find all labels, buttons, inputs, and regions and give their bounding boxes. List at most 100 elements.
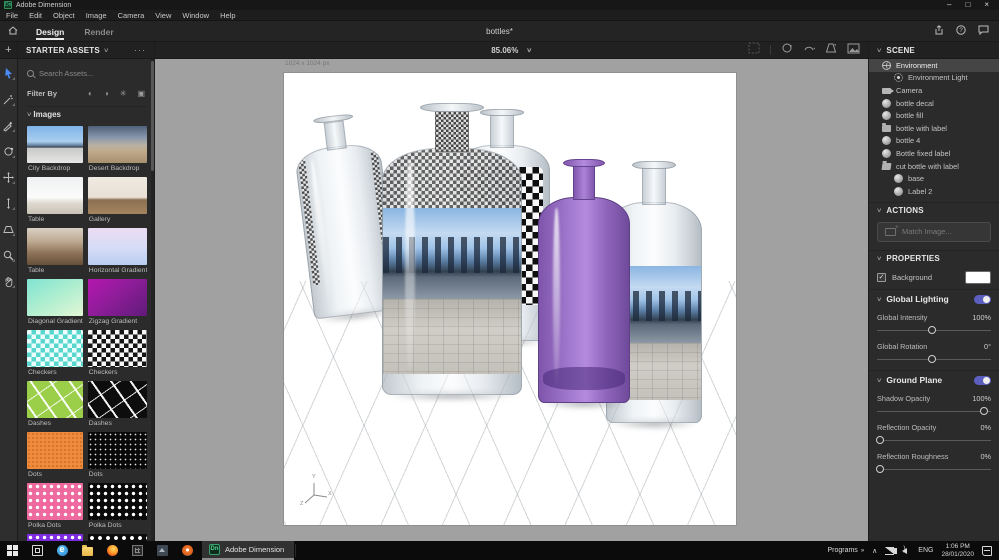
slider-knob[interactable]: [876, 464, 885, 473]
asset-thumbnail[interactable]: [87, 381, 148, 418]
slider-knob[interactable]: [980, 406, 989, 415]
scene-tree-item[interactable]: Environment: [869, 59, 999, 72]
taskbar-app-icon[interactable]: [175, 541, 200, 560]
taskbar-app-icon[interactable]: [75, 541, 100, 560]
taskbar-app-icon[interactable]: [125, 541, 150, 560]
background-checkbox[interactable]: ✓: [877, 273, 886, 283]
background-color-swatch[interactable]: [965, 271, 991, 285]
orbit-tool[interactable]: [2, 145, 15, 158]
asset-thumbnail[interactable]: [27, 279, 83, 316]
asset-item[interactable]: Zigzag Gradient: [87, 279, 148, 326]
asset-item[interactable]: Polka Dots: [27, 483, 83, 530]
feedback-icon[interactable]: [978, 22, 989, 40]
ground-plane-toggle[interactable]: [974, 375, 991, 385]
viewport[interactable]: 1024 x 1024 px Y X Z: [155, 59, 868, 541]
clock[interactable]: 1:06 PM 28/01/2020: [941, 543, 974, 559]
asset-item[interactable]: Polka Dots: [87, 483, 148, 530]
hidden-icons-button[interactable]: ∧: [872, 547, 877, 555]
slider-knob[interactable]: [876, 435, 885, 444]
dolly-tool[interactable]: [2, 223, 15, 236]
asset-item[interactable]: Table: [27, 177, 83, 224]
asset-thumbnail[interactable]: [27, 432, 83, 469]
asset-item[interactable]: Dashes: [27, 381, 83, 428]
asset-item[interactable]: Gallery: [87, 177, 148, 224]
chevron-down-icon[interactable]: ∨: [876, 296, 882, 303]
scene-tree-item[interactable]: bottle 4: [869, 135, 999, 148]
global-lighting-toggle[interactable]: [974, 294, 991, 304]
scale-tool[interactable]: [2, 197, 15, 210]
menu-item[interactable]: Object: [53, 11, 75, 20]
move-tool[interactable]: [2, 171, 15, 184]
tab-render[interactable]: Render: [74, 23, 123, 40]
orbit-camera-icon[interactable]: [781, 41, 793, 59]
close-button[interactable]: ×: [984, 1, 989, 9]
bottle-object[interactable]: [382, 103, 522, 402]
asset-item[interactable]: Dots: [87, 432, 148, 479]
asset-thumbnail[interactable]: [87, 483, 148, 520]
scene-tree-item[interactable]: Bottle fixed label: [869, 147, 999, 160]
home-icon[interactable]: [0, 22, 26, 40]
asset-thumbnail[interactable]: [87, 177, 148, 214]
maximize-button[interactable]: □: [965, 1, 970, 9]
asset-item[interactable]: [87, 534, 148, 541]
menu-item[interactable]: File: [6, 11, 18, 20]
slider-track[interactable]: [876, 435, 991, 446]
menu-item[interactable]: Camera: [118, 11, 145, 20]
taskbar-app-icon[interactable]: [50, 541, 75, 560]
asset-item[interactable]: Table: [27, 228, 83, 275]
panel-menu-icon[interactable]: ···: [134, 45, 146, 55]
dolly-camera-icon[interactable]: [825, 41, 837, 59]
action-center-icon[interactable]: [982, 545, 992, 556]
asset-thumbnail[interactable]: [87, 126, 148, 163]
asset-thumbnail[interactable]: [27, 228, 83, 265]
menu-item[interactable]: Image: [86, 11, 107, 20]
filter-icon[interactable]: ✳: [120, 89, 127, 98]
asset-item[interactable]: Checkers: [27, 330, 83, 377]
language-indicator[interactable]: ENG: [918, 547, 933, 554]
taskbar-active-app[interactable]: Dn Adobe Dimension: [202, 541, 295, 560]
magic-wand-tool[interactable]: [2, 93, 15, 106]
chevron-down-icon[interactable]: ∨: [876, 255, 882, 262]
menu-item[interactable]: Help: [220, 11, 235, 20]
share-icon[interactable]: [934, 22, 944, 40]
search-input[interactable]: [39, 68, 139, 78]
asset-item[interactable]: City Backdrop: [27, 126, 83, 173]
hand-tool[interactable]: [2, 275, 15, 288]
help-icon[interactable]: ?: [956, 22, 966, 40]
asset-thumbnail[interactable]: [27, 381, 83, 418]
taskbar-app-icon[interactable]: [0, 541, 25, 560]
match-image-button[interactable]: Match Image...: [877, 221, 991, 242]
taskbar-app-icon[interactable]: [25, 541, 50, 560]
scene-tree-item[interactable]: bottle with label: [869, 122, 999, 135]
images-section-header[interactable]: Images: [33, 110, 61, 119]
scene-tree-item[interactable]: bottle fill: [869, 109, 999, 122]
asset-item[interactable]: Dots: [27, 432, 83, 479]
pan-camera-icon[interactable]: [803, 41, 816, 59]
asset-item[interactable]: Desert Backdrop: [87, 126, 148, 173]
asset-thumbnail[interactable]: [87, 279, 148, 316]
zoom-tool[interactable]: [2, 249, 15, 262]
select-tool[interactable]: [2, 67, 15, 80]
slider-track[interactable]: [877, 354, 991, 365]
menu-item[interactable]: View: [155, 11, 171, 20]
menu-item[interactable]: Window: [182, 11, 209, 20]
render-preview-icon[interactable]: [847, 41, 860, 59]
asset-item[interactable]: Checkers: [87, 330, 148, 377]
asset-thumbnail[interactable]: [27, 177, 83, 214]
slider-knob[interactable]: [927, 325, 936, 334]
taskbar-app-icon[interactable]: [150, 541, 175, 560]
scene-tree-item[interactable]: bottle decal: [869, 97, 999, 110]
chevron-down-icon[interactable]: ∨: [26, 111, 32, 118]
asset-item[interactable]: Dashes: [87, 381, 148, 428]
sampler-tool[interactable]: [2, 119, 15, 132]
menu-item[interactable]: Edit: [29, 11, 42, 20]
taskbar-app-icon[interactable]: [100, 541, 125, 560]
camera-frame-icon[interactable]: [748, 41, 760, 59]
asset-thumbnail[interactable]: [87, 432, 148, 469]
asset-thumbnail[interactable]: [27, 126, 83, 163]
slider-track[interactable]: [876, 464, 991, 475]
asset-thumbnail[interactable]: [87, 330, 148, 367]
assets-scrollbar[interactable]: [151, 59, 154, 541]
asset-thumbnail[interactable]: [87, 228, 148, 265]
scene-tree-item[interactable]: cut bottle with label: [869, 160, 999, 173]
